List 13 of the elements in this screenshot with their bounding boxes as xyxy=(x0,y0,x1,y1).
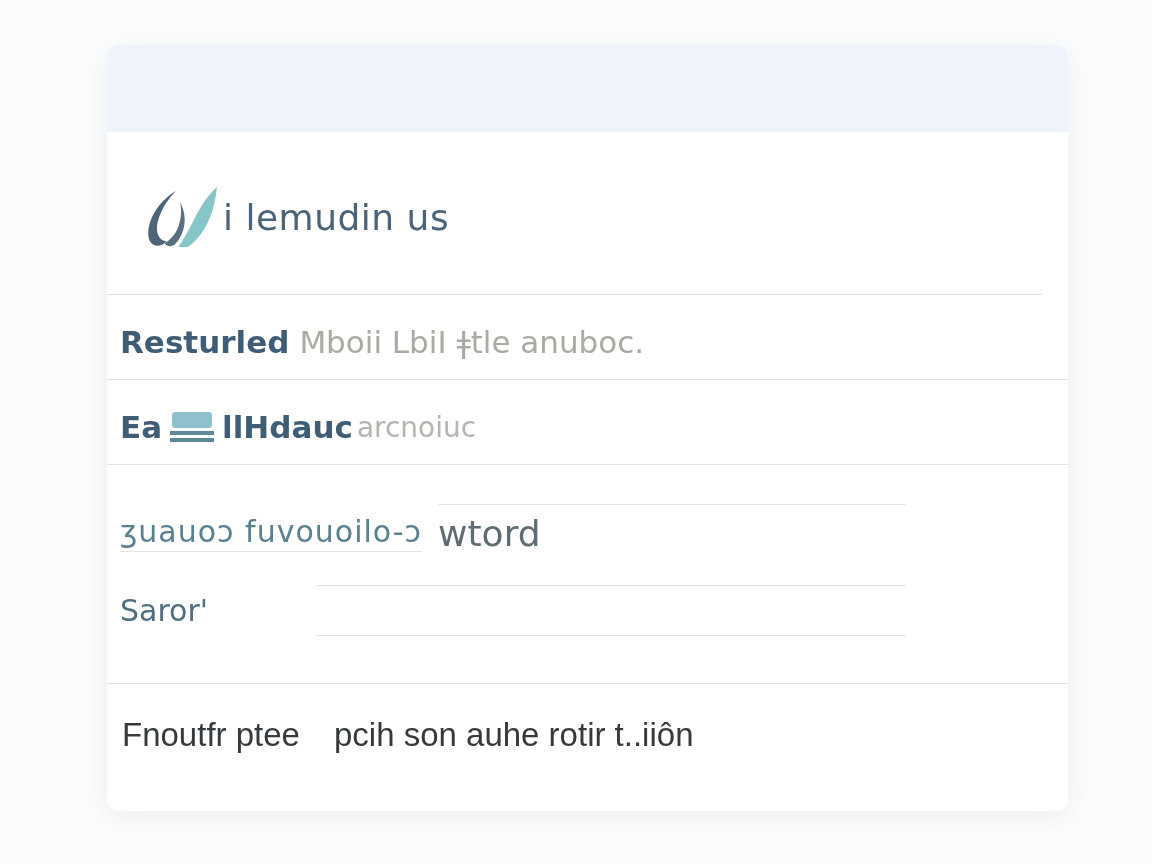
logo-text: i lemudin us xyxy=(223,196,450,238)
field-label: Saror' xyxy=(120,593,210,628)
input-field[interactable] xyxy=(316,585,906,636)
layers-icon xyxy=(170,412,215,442)
row-title: Resturled xyxy=(120,324,290,360)
row-text: arcnoiuc xyxy=(356,410,477,444)
footer-text: Fnoutfr ptee xyxy=(122,716,300,754)
field-label: ʒuauoɔ fuvouoilo-ɔ xyxy=(120,514,423,552)
footer-text: pcih son auhe rotir t..iiôn xyxy=(333,716,694,754)
row-title: llHdauc xyxy=(222,409,353,445)
row-text: Mboii LbiI ǂtle anuboc. xyxy=(299,324,645,360)
row-title: Ea xyxy=(120,409,163,445)
input-field[interactable]: wtord xyxy=(438,504,907,562)
